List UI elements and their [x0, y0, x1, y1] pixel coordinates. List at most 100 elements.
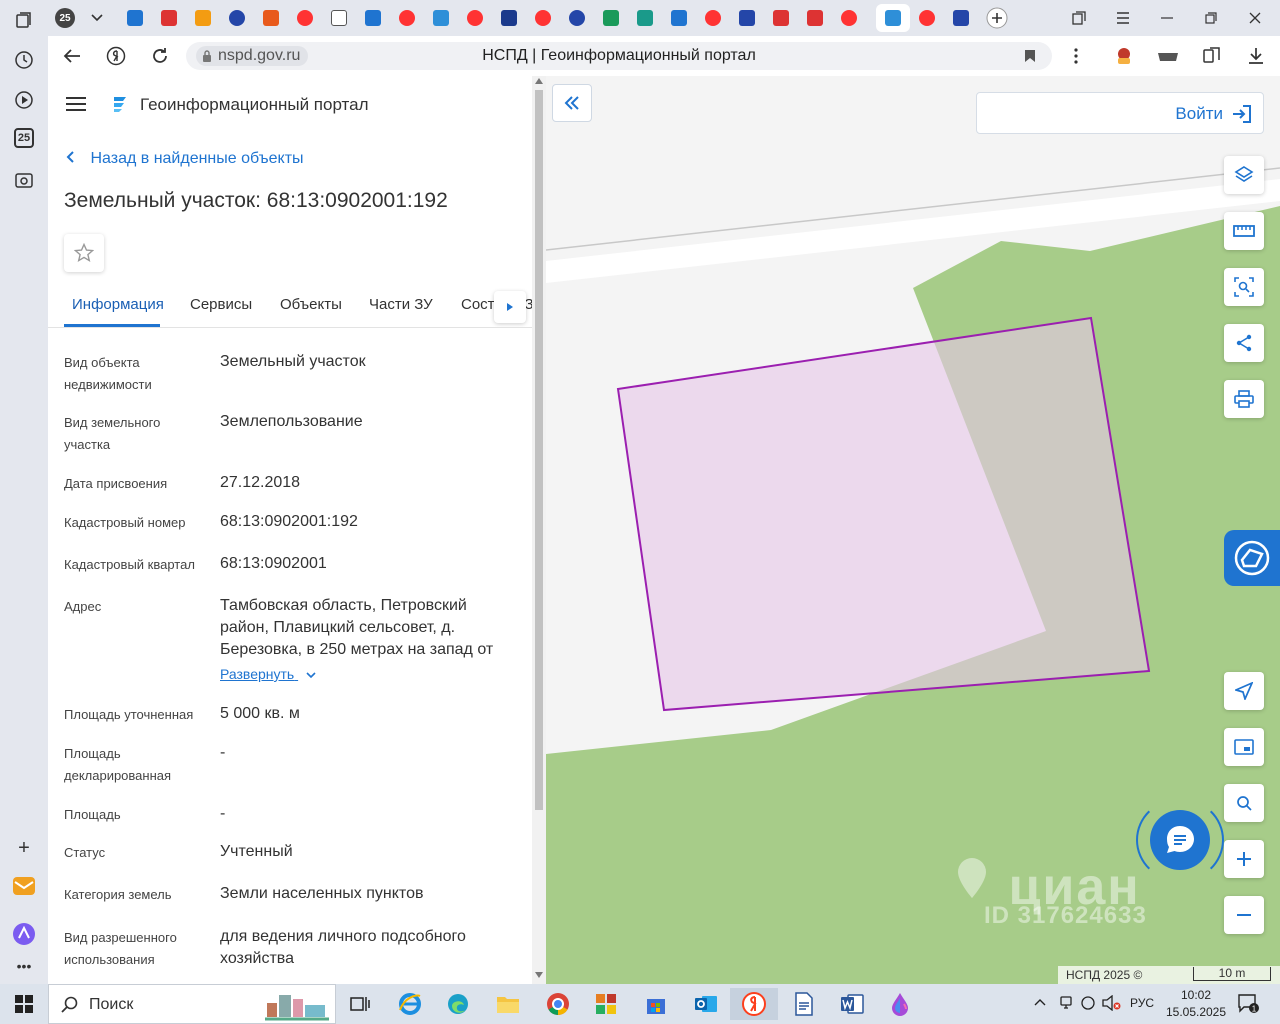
- browser-tab[interactable]: [324, 4, 354, 32]
- login-button[interactable]: Войти: [976, 92, 1264, 134]
- extension-icon[interactable]: [1156, 44, 1180, 68]
- browser-tab[interactable]: [800, 4, 830, 32]
- volume-muted-icon[interactable]: [1102, 995, 1122, 1011]
- play-icon[interactable]: [12, 88, 36, 112]
- url-field[interactable]: nspd.gov.ru НСПД | Геоинформационный пор…: [186, 42, 1052, 70]
- yandex-home-icon[interactable]: [104, 44, 128, 68]
- network-status-icon[interactable]: [1058, 995, 1074, 1011]
- app-grid-icon[interactable]: [586, 988, 626, 1020]
- clock-date[interactable]: 15.05.2025: [1162, 1005, 1230, 1019]
- expand-address-link[interactable]: Развернуть: [220, 666, 316, 682]
- close-button[interactable]: [1240, 6, 1270, 30]
- browser-tab[interactable]: [664, 4, 694, 32]
- document-viewer-icon[interactable]: [784, 988, 824, 1020]
- minimize-button[interactable]: [1152, 6, 1182, 30]
- browser-tab[interactable]: [528, 4, 558, 32]
- download-icon[interactable]: [1244, 44, 1268, 68]
- store-icon[interactable]: [636, 988, 676, 1020]
- start-button[interactable]: [0, 984, 48, 1024]
- browser-tab[interactable]: [834, 4, 864, 32]
- tab-parts[interactable]: Части ЗУ: [369, 296, 433, 313]
- print-button[interactable]: [1224, 380, 1264, 418]
- layers-button[interactable]: [1224, 156, 1264, 194]
- internet-explorer-icon[interactable]: [390, 988, 430, 1020]
- tabs-overview-icon[interactable]: [1064, 6, 1094, 30]
- panel-scrollbar[interactable]: [532, 76, 546, 984]
- back-to-results-link[interactable]: Назад в найденные объекты: [66, 150, 304, 168]
- alice-icon[interactable]: [12, 922, 36, 946]
- region-widget-button[interactable]: [1224, 530, 1280, 586]
- scrollbar-thumb[interactable]: [535, 90, 543, 810]
- browser-tab[interactable]: [766, 4, 796, 32]
- measure-button[interactable]: [1224, 212, 1264, 250]
- mail-icon[interactable]: [12, 874, 36, 898]
- clock-time[interactable]: 10:02: [1168, 988, 1224, 1002]
- tab-group[interactable]: 25: [50, 4, 80, 32]
- browser-tab[interactable]: [946, 4, 976, 32]
- tab-information[interactable]: Информация: [72, 296, 164, 313]
- browser-tab[interactable]: [596, 4, 626, 32]
- chat-button[interactable]: [1150, 810, 1210, 870]
- browser-tab[interactable]: [426, 4, 456, 32]
- history-icon[interactable]: [12, 48, 36, 72]
- minimap-button[interactable]: [1224, 728, 1264, 766]
- browser-tab[interactable]: [494, 4, 524, 32]
- browser-tab[interactable]: [392, 4, 422, 32]
- extension-icon[interactable]: [1112, 44, 1136, 68]
- menu-icon[interactable]: [1108, 6, 1138, 30]
- input-language-indicator[interactable]: РУС: [1130, 996, 1154, 1010]
- tab-services[interactable]: Сервисы: [190, 296, 252, 313]
- chrome-icon[interactable]: [538, 988, 578, 1020]
- color-drop-icon[interactable]: [880, 988, 920, 1020]
- back-arrow-icon[interactable]: [60, 44, 84, 68]
- tray-app-icon[interactable]: [1080, 995, 1096, 1011]
- extension-icon[interactable]: [1200, 44, 1224, 68]
- browser-tab[interactable]: [222, 4, 252, 32]
- task-view-icon[interactable]: [340, 988, 380, 1020]
- area-select-button[interactable]: [1224, 268, 1264, 306]
- tabs-scroll-right-button[interactable]: [494, 291, 526, 323]
- browser-tab-active[interactable]: [876, 4, 910, 32]
- browser-tab[interactable]: [120, 4, 150, 32]
- taskbar-search-box[interactable]: Поиск: [48, 984, 336, 1024]
- browser-tab[interactable]: [188, 4, 218, 32]
- browser-tab[interactable]: [630, 4, 660, 32]
- hamburger-menu-icon[interactable]: [66, 97, 86, 111]
- add-icon[interactable]: +: [12, 836, 36, 860]
- browser-tab[interactable]: [358, 4, 388, 32]
- outlook-icon[interactable]: [686, 988, 726, 1020]
- zoom-out-button[interactable]: [1224, 896, 1264, 934]
- more-icon[interactable]: •••: [12, 954, 36, 978]
- browser-tab[interactable]: [256, 4, 286, 32]
- more-vertical-icon[interactable]: [1064, 44, 1088, 68]
- browser-tab[interactable]: [562, 4, 592, 32]
- word-icon[interactable]: [832, 988, 872, 1020]
- calendar-badge-icon[interactable]: 25: [14, 128, 34, 148]
- edge-icon[interactable]: [438, 988, 478, 1020]
- notification-center-icon[interactable]: 1: [1238, 994, 1260, 1014]
- browser-tab[interactable]: [154, 4, 184, 32]
- browser-tab[interactable]: [290, 4, 320, 32]
- share-button[interactable]: [1224, 324, 1264, 362]
- search-location-button[interactable]: [1224, 784, 1264, 822]
- collections-icon[interactable]: [12, 8, 36, 32]
- tab-list-button[interactable]: [82, 4, 112, 32]
- bookmark-icon[interactable]: [1024, 49, 1036, 63]
- file-explorer-icon[interactable]: [488, 988, 528, 1020]
- new-tab-button[interactable]: [982, 4, 1012, 32]
- browser-tab[interactable]: [732, 4, 762, 32]
- scroll-up-arrow-icon[interactable]: [535, 78, 543, 84]
- reload-icon[interactable]: [148, 44, 172, 68]
- geolocate-button[interactable]: [1224, 672, 1264, 710]
- zoom-in-button[interactable]: [1224, 840, 1264, 878]
- collapse-panel-button[interactable]: [552, 84, 592, 122]
- restore-button[interactable]: [1196, 6, 1226, 30]
- browser-tab[interactable]: [698, 4, 728, 32]
- browser-tab[interactable]: [912, 4, 942, 32]
- yandex-browser-icon[interactable]: [730, 988, 778, 1020]
- tray-expand-chevron-icon[interactable]: [1034, 998, 1046, 1006]
- scroll-down-arrow-icon[interactable]: [535, 972, 543, 978]
- favorite-button[interactable]: [64, 234, 104, 272]
- screenshot-icon[interactable]: [12, 168, 36, 192]
- browser-tab[interactable]: [460, 4, 490, 32]
